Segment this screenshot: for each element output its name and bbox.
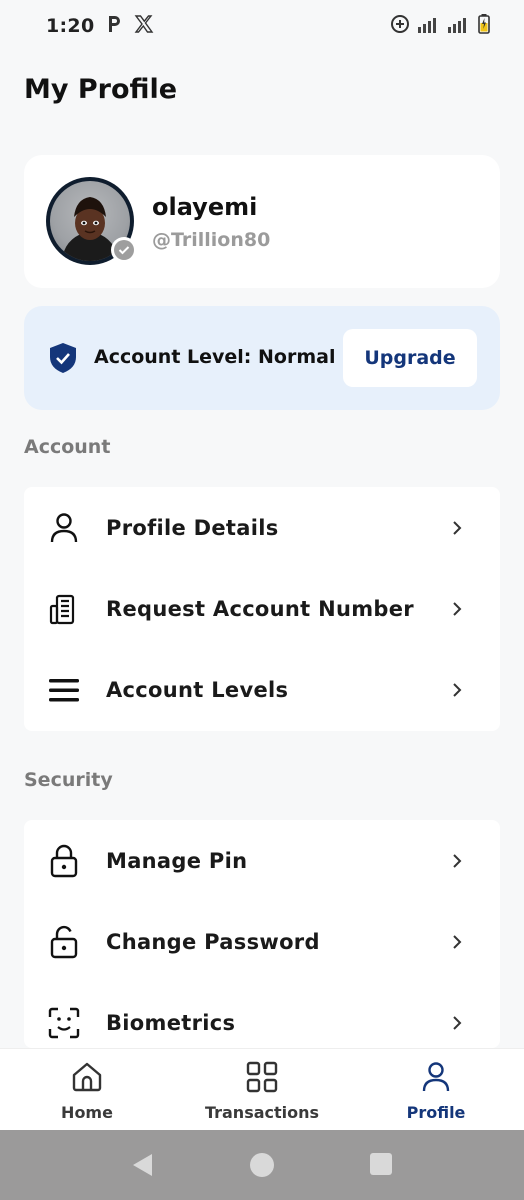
menu-item-manage-pin[interactable]: Manage Pin [24,820,500,902]
person-icon [421,1061,451,1097]
menu-item-account-levels[interactable]: Account Levels [24,649,500,731]
nav-label: Home [61,1103,113,1122]
face-scan-icon [46,1005,82,1041]
x-logo-icon [134,14,154,39]
system-nav-bar [0,1130,524,1200]
nav-item-home[interactable]: Home [37,1049,137,1131]
person-icon [46,510,82,546]
signal-icon [418,15,470,37]
nav-item-profile[interactable]: Profile [386,1049,486,1131]
status-bar: 1:20 [0,0,524,52]
home-icon [71,1061,103,1097]
menu-item-request-account-number[interactable]: Request Account Number [24,568,500,650]
chevron-right-icon [450,599,464,619]
menu-label: Manage Pin [106,849,248,873]
menu-item-change-password[interactable]: Change Password [24,901,500,983]
upgrade-button[interactable]: Upgrade [343,329,477,387]
section-label-account: Account [24,436,111,458]
profile-card[interactable]: olayemi @Trillion80 [24,155,500,288]
account-menu-card: Profile Details Request Account Number A… [24,487,500,731]
account-level-banner: Account Level: Normal Upgrade [24,306,500,410]
unlock-icon [46,924,82,960]
menu-label: Change Password [106,930,320,954]
menu-label: Account Levels [106,678,289,702]
chevron-right-icon [450,680,464,700]
verified-badge-icon [111,237,137,263]
building-icon [46,591,82,627]
status-time: 1:20 [46,15,95,37]
chevron-right-icon [450,932,464,952]
back-icon[interactable] [130,1152,154,1182]
menu-lines-icon [46,672,82,708]
bottom-nav: Home Transactions Profile [0,1048,524,1130]
profile-handle: @Trillion80 [152,229,271,251]
shield-check-icon [49,342,77,378]
recents-icon[interactable] [369,1152,393,1180]
battery-icon [478,14,490,38]
menu-label: Request Account Number [106,597,414,621]
menu-label: Profile Details [106,516,279,540]
nav-label: Transactions [204,1103,320,1122]
account-level-text: Account Level: Normal [94,346,336,368]
pinterest-p-icon [106,14,122,39]
section-label-security: Security [24,769,113,791]
profile-name: olayemi [152,193,258,221]
status-left: 1:20 [46,14,154,39]
status-right [390,14,490,38]
data-saver-icon [390,14,410,38]
chevron-right-icon [450,1013,464,1033]
grid-icon [246,1061,278,1097]
chevron-right-icon [450,518,464,538]
nav-label: Profile [406,1103,466,1122]
chevron-right-icon [450,851,464,871]
home-button-icon[interactable] [249,1152,275,1182]
page-title: My Profile [24,74,178,105]
lock-icon [46,843,82,879]
menu-item-profile-details[interactable]: Profile Details [24,487,500,569]
menu-label: Biometrics [106,1011,236,1035]
security-menu-card: Manage Pin Change Password Biometrics [24,820,500,1048]
nav-item-transactions[interactable]: Transactions [192,1049,332,1131]
